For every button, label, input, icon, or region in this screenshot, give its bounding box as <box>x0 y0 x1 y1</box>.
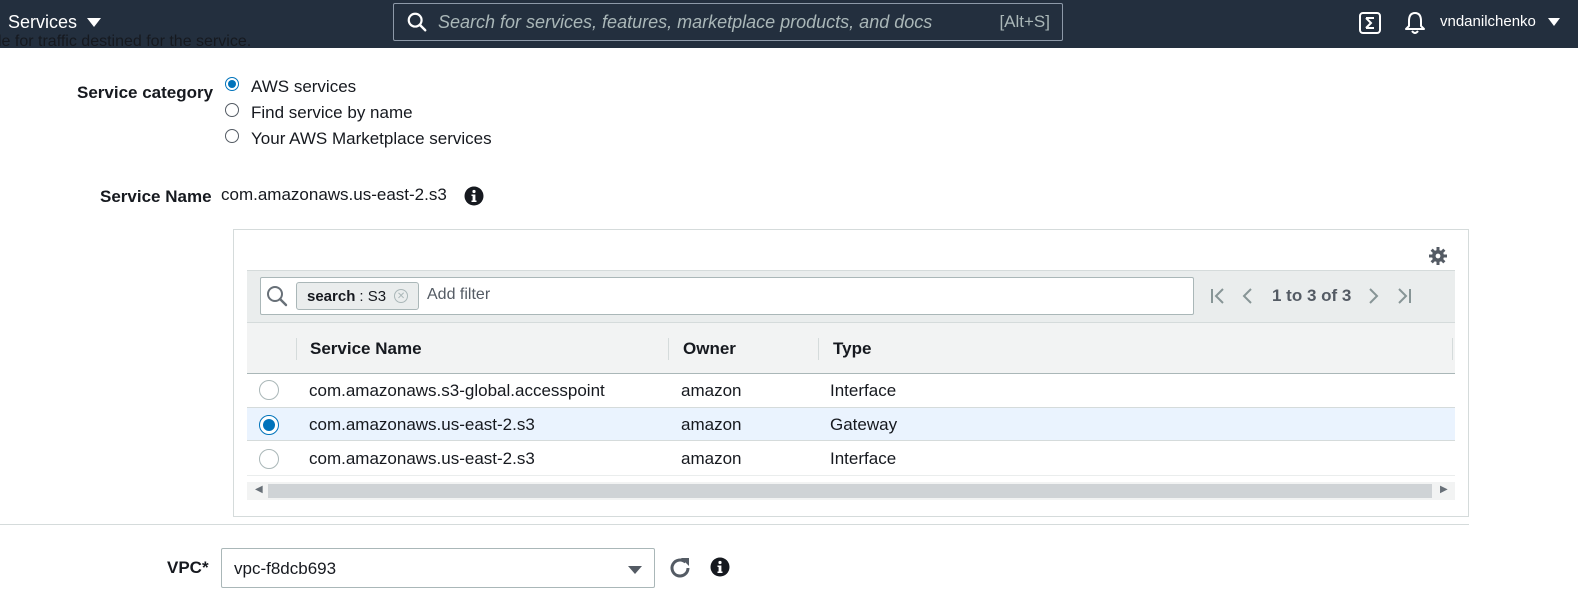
cell-service-name: com.amazonaws.s3-global.accesspoint <box>309 381 605 400</box>
refresh-icon[interactable] <box>667 555 693 581</box>
column-header-type[interactable]: Type <box>833 339 871 359</box>
description-text: le for traffic destined for the service. <box>0 33 252 50</box>
cell-service-name: com.amazonaws.us-east-2.s3 <box>309 415 535 434</box>
bell-icon[interactable] <box>1403 10 1427 36</box>
column-header-service-name[interactable]: Service Name <box>310 339 422 359</box>
user-menu[interactable]: vndanilchenko <box>1440 13 1560 30</box>
pagination-text: 1 to 3 of 3 <box>1272 286 1352 305</box>
dropdown-arrow-icon <box>628 566 642 574</box>
radio-aws-services[interactable]: AWS services <box>225 77 356 96</box>
last-page-icon[interactable] <box>1395 286 1413 306</box>
global-search[interactable]: [Alt+S] <box>393 3 1063 41</box>
caret-down-icon <box>87 18 102 27</box>
next-page-icon[interactable] <box>1367 286 1381 306</box>
radio-label: Find service by name <box>251 103 413 122</box>
row-radio[interactable] <box>259 380 279 400</box>
info-icon[interactable] <box>710 557 730 577</box>
search-icon <box>407 12 427 32</box>
gear-icon[interactable] <box>1428 246 1448 266</box>
search-icon <box>267 286 288 307</box>
vpc-select[interactable]: vpc-f8dcb693 <box>221 548 655 588</box>
services-menu[interactable]: Services <box>8 12 102 33</box>
column-divider <box>296 338 297 360</box>
row-radio[interactable] <box>259 415 279 435</box>
column-divider[interactable] <box>668 338 669 360</box>
prev-page-icon[interactable] <box>1240 286 1254 306</box>
radio-find-by-name[interactable]: Find service by name <box>225 103 413 122</box>
cell-type: Gateway <box>830 415 898 434</box>
scroll-right-icon[interactable]: ▶ <box>1440 484 1448 495</box>
caret-down-icon <box>1547 17 1560 26</box>
scroll-left-icon[interactable]: ◀ <box>255 484 263 495</box>
service-category-label: Service category <box>77 83 214 102</box>
services-label: Services <box>8 12 78 32</box>
filter-token[interactable]: search : S3 ✕ <box>296 282 420 310</box>
column-divider <box>1452 338 1453 360</box>
close-icon[interactable]: ✕ <box>394 289 409 303</box>
search-shortcut: [Alt+S] <box>999 12 1050 31</box>
cell-service-name: com.amazonaws.us-east-2.s3 <box>309 449 535 468</box>
info-icon[interactable] <box>464 186 484 206</box>
column-divider[interactable] <box>818 338 819 360</box>
global-search-input[interactable] <box>438 11 1000 33</box>
cell-type: Interface <box>830 449 897 468</box>
username: vndanilchenko <box>1440 13 1536 30</box>
filter-token-value: : S3 <box>359 287 387 305</box>
service-name-label: Service Name <box>100 187 212 206</box>
vpc-label: VPC* <box>167 558 209 577</box>
service-name-value: com.amazonaws.us-east-2.s3 <box>221 185 447 204</box>
section-divider <box>0 524 1469 525</box>
cloudshell-icon[interactable] <box>1358 11 1382 35</box>
radio-marketplace-services[interactable]: Your AWS Marketplace services <box>225 129 492 148</box>
first-page-icon[interactable] <box>1209 286 1227 306</box>
radio-button[interactable] <box>225 77 239 91</box>
scrollbar-thumb[interactable] <box>268 484 1432 498</box>
radio-button[interactable] <box>225 129 239 143</box>
cell-owner: amazon <box>681 415 742 434</box>
horizontal-scrollbar[interactable]: ◀ ▶ <box>247 482 1455 500</box>
radio-button[interactable] <box>225 103 239 117</box>
column-header-owner[interactable]: Owner <box>683 339 736 359</box>
cell-type: Interface <box>830 381 897 400</box>
filter-token-key: search <box>307 287 356 305</box>
cell-owner: amazon <box>681 381 742 400</box>
radio-label: AWS services <box>251 77 357 96</box>
cell-owner: amazon <box>681 449 742 468</box>
add-filter-placeholder[interactable]: Add filter <box>427 286 490 304</box>
vpc-select-value: vpc-f8dcb693 <box>234 559 337 578</box>
row-radio[interactable] <box>259 449 279 469</box>
radio-label: Your AWS Marketplace services <box>251 129 492 148</box>
